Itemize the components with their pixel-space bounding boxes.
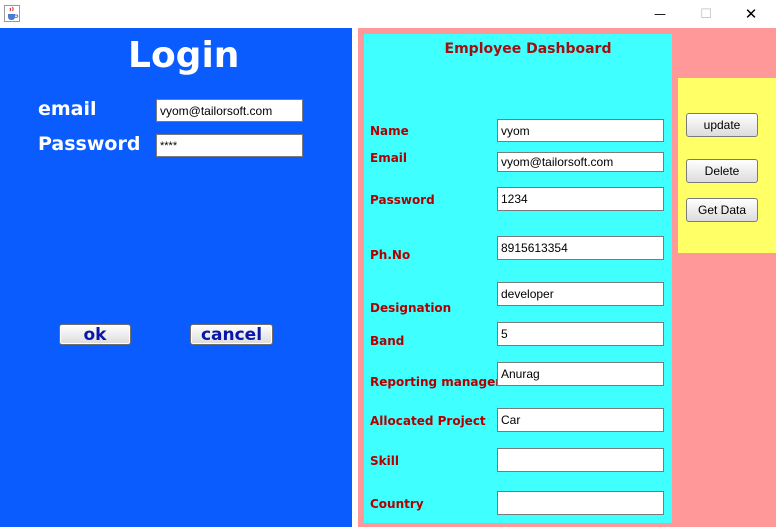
- skill-field[interactable]: [497, 448, 664, 472]
- update-button[interactable]: update: [686, 113, 758, 137]
- skill-label: Skill: [370, 454, 399, 468]
- get-data-button[interactable]: Get Data: [686, 198, 758, 222]
- login-password-field[interactable]: ****: [156, 134, 303, 157]
- designation-field[interactable]: developer: [497, 282, 664, 306]
- window-title-bar: — ☐ ✕: [0, 0, 776, 28]
- close-button[interactable]: ✕: [728, 0, 774, 28]
- reporting-manager-field[interactable]: Anurag: [497, 362, 664, 386]
- maximize-icon: ☐: [700, 6, 712, 22]
- cancel-button[interactable]: cancel: [190, 324, 273, 345]
- email-field[interactable]: vyom@tailorsoft.com: [497, 152, 664, 172]
- phone-label: Ph.No: [370, 248, 411, 262]
- band-label: Band: [370, 334, 405, 348]
- allocated-project-label: Allocated Project: [370, 414, 486, 428]
- minimize-button[interactable]: —: [637, 0, 683, 28]
- reporting-manager-label: Reporting manager: [370, 375, 502, 389]
- phone-field[interactable]: 8915613354: [497, 236, 664, 260]
- email-label-dashboard: Email: [370, 151, 408, 165]
- country-field[interactable]: [497, 491, 664, 515]
- designation-label: Designation: [370, 301, 452, 315]
- dashboard-title: Employee Dashboard: [444, 41, 612, 57]
- password-label: Password: [38, 133, 141, 155]
- password-field[interactable]: 1234: [497, 187, 664, 211]
- delete-button[interactable]: Delete: [686, 159, 758, 183]
- password-label-dashboard: Password: [370, 193, 435, 207]
- maximize-button[interactable]: ☐: [683, 0, 729, 28]
- java-cup-icon: [4, 5, 20, 22]
- band-field[interactable]: 5: [497, 322, 664, 346]
- login-email-field[interactable]: vyom@tailorsoft.com: [156, 99, 303, 122]
- minimize-icon: —: [654, 7, 666, 21]
- close-icon: ✕: [744, 5, 758, 23]
- name-field[interactable]: vyom: [497, 119, 664, 142]
- login-title: Login: [128, 35, 240, 76]
- country-label: Country: [370, 497, 424, 511]
- allocated-project-field[interactable]: Car: [497, 408, 664, 432]
- ok-button[interactable]: ok: [59, 324, 131, 345]
- email-label: email: [38, 98, 97, 120]
- name-label: Name: [370, 124, 409, 138]
